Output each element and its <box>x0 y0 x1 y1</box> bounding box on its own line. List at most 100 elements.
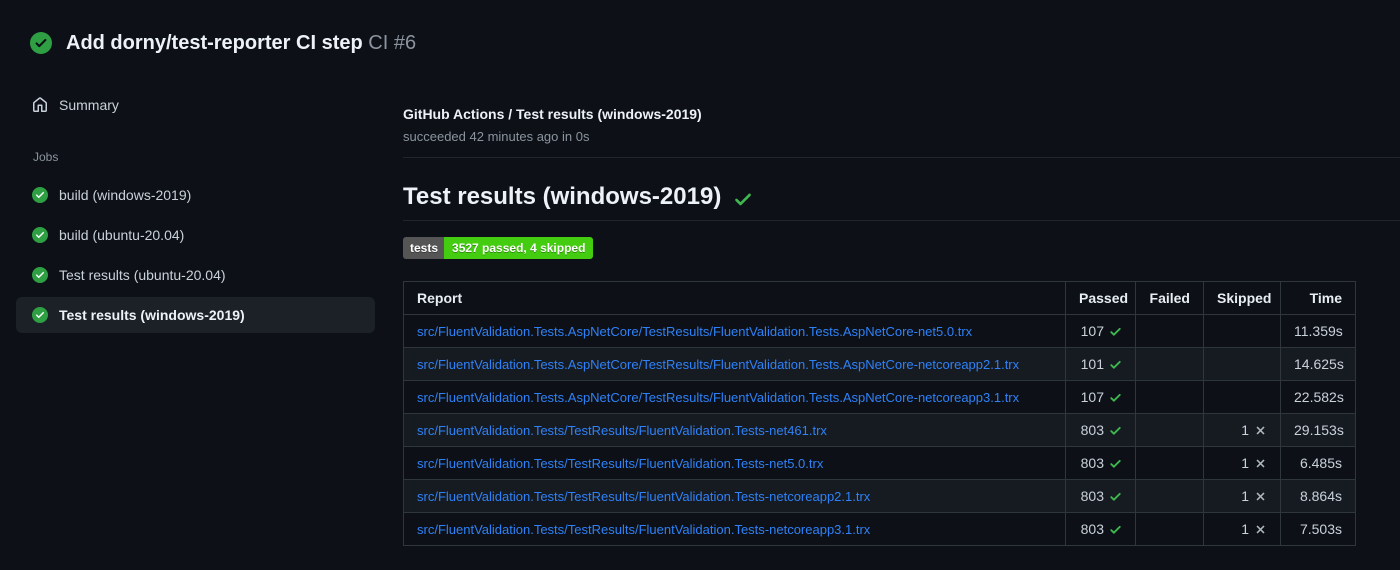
sidebar-item-job-1[interactable]: build (ubuntu-20.04) <box>16 217 375 253</box>
job-label: Test results (ubuntu-20.04) <box>59 267 226 283</box>
time-value: 8.864s <box>1280 479 1356 513</box>
time-value: 14.625s <box>1280 347 1356 381</box>
time-value: 22.582s <box>1280 380 1356 414</box>
run-title: Add dorny/test-reporter CI step CI #6 <box>66 31 416 55</box>
report-cell: src/FluentValidation.Tests/TestResults/F… <box>403 512 1066 546</box>
passed-cell: 803 <box>1065 479 1136 513</box>
page: { "header": { "title": "Add dorny/test-r… <box>0 0 1400 570</box>
passed-count: 107 <box>1080 389 1104 405</box>
check-icon <box>1109 490 1122 503</box>
table-row: src/FluentValidation.Tests.AspNetCore/Te… <box>403 347 1356 381</box>
job-label: Test results (windows-2019) <box>59 307 245 323</box>
x-icon <box>1254 523 1267 536</box>
failed-cell <box>1135 314 1204 348</box>
check-circle-icon <box>32 307 48 323</box>
table-row: src/FluentValidation.Tests/TestResults/F… <box>403 413 1356 447</box>
report-link[interactable]: src/FluentValidation.Tests.AspNetCore/Te… <box>417 357 1019 372</box>
report-cell: src/FluentValidation.Tests/TestResults/F… <box>403 413 1066 447</box>
col-header-failed: Failed <box>1135 281 1204 315</box>
run-title-text: Add dorny/test-reporter CI step <box>66 32 363 54</box>
report-link[interactable]: src/FluentValidation.Tests/TestResults/F… <box>417 423 827 438</box>
summary-label: Summary <box>59 97 119 113</box>
skipped-cell: 1 <box>1203 512 1281 546</box>
jobs-section-label: Jobs <box>33 150 59 164</box>
home-icon <box>32 97 48 113</box>
sidebar-item-job-2[interactable]: Test results (ubuntu-20.04) <box>16 257 375 293</box>
badge-label: tests <box>403 237 445 259</box>
x-icon <box>1254 490 1267 503</box>
passed-count: 803 <box>1080 488 1104 504</box>
skipped-cell <box>1203 347 1281 381</box>
report-cell: src/FluentValidation.Tests/TestResults/F… <box>403 446 1066 480</box>
check-icon <box>1109 325 1122 338</box>
skipped-cell <box>1203 380 1281 414</box>
table-row: src/FluentValidation.Tests.AspNetCore/Te… <box>403 380 1356 414</box>
passed-cell: 101 <box>1065 347 1136 381</box>
col-header-skipped: Skipped <box>1203 281 1281 315</box>
skipped-count: 1 <box>1241 422 1249 438</box>
tests-badge: tests 3527 passed, 4 skipped <box>403 237 594 259</box>
report-link[interactable]: src/FluentValidation.Tests.AspNetCore/Te… <box>417 324 972 339</box>
table-row: src/FluentValidation.Tests/TestResults/F… <box>403 512 1356 546</box>
check-circle-icon <box>30 32 52 54</box>
passed-cell: 107 <box>1065 314 1136 348</box>
passed-count: 803 <box>1080 422 1104 438</box>
results-table: Report Passed Failed Skipped Time src/Fl… <box>403 281 1356 546</box>
failed-cell <box>1135 413 1204 447</box>
run-meta: GitHub Actions / Test results (windows-2… <box>403 105 1400 158</box>
job-breadcrumb: GitHub Actions / Test results (windows-2… <box>403 106 702 122</box>
col-header-passed: Passed <box>1065 281 1136 315</box>
report-cell: src/FluentValidation.Tests.AspNetCore/Te… <box>403 347 1066 381</box>
check-icon <box>1109 457 1122 470</box>
passed-count: 107 <box>1080 323 1104 339</box>
table-header-row: Report Passed Failed Skipped Time <box>403 281 1356 315</box>
col-header-report: Report <box>403 281 1066 315</box>
jobs-list: build (windows-2019) build (ubuntu-20.04… <box>16 177 375 333</box>
main-panel: GitHub Actions / Test results (windows-2… <box>375 91 1400 546</box>
time-value: 29.153s <box>1280 413 1356 447</box>
report-link[interactable]: src/FluentValidation.Tests.AspNetCore/Te… <box>417 390 1019 405</box>
run-header: Add dorny/test-reporter CI step CI #6 <box>0 0 1400 55</box>
badge-value: 3527 passed, 4 skipped <box>444 237 594 259</box>
section-heading: Test results (windows-2019) <box>403 182 1400 221</box>
skipped-cell: 1 <box>1203 479 1281 513</box>
report-link[interactable]: src/FluentValidation.Tests/TestResults/F… <box>417 489 870 504</box>
failed-cell <box>1135 512 1204 546</box>
passed-cell: 107 <box>1065 380 1136 414</box>
skipped-count: 1 <box>1241 455 1249 471</box>
sidebar-item-summary[interactable]: Summary <box>16 91 375 119</box>
col-header-time: Time <box>1280 281 1356 315</box>
report-cell: src/FluentValidation.Tests.AspNetCore/Te… <box>403 380 1066 414</box>
x-icon <box>1254 457 1267 470</box>
sidebar: Summary Jobs build (windows-2019) build … <box>0 91 375 546</box>
run-number: CI #6 <box>368 32 417 54</box>
report-cell: src/FluentValidation.Tests/TestResults/F… <box>403 479 1066 513</box>
job-status-text: succeeded 42 minutes ago in 0s <box>403 129 590 144</box>
x-icon <box>1254 424 1267 437</box>
report-link[interactable]: src/FluentValidation.Tests/TestResults/F… <box>417 522 870 537</box>
section-heading-text: Test results (windows-2019) <box>403 183 722 210</box>
check-icon <box>1109 523 1122 536</box>
passed-count: 101 <box>1080 356 1104 372</box>
time-value: 7.503s <box>1280 512 1356 546</box>
sidebar-item-job-0[interactable]: build (windows-2019) <box>16 177 375 213</box>
passed-count: 803 <box>1080 455 1104 471</box>
report-link[interactable]: src/FluentValidation.Tests/TestResults/F… <box>417 456 823 471</box>
check-circle-icon <box>32 267 48 283</box>
sidebar-item-job-3[interactable]: Test results (windows-2019) <box>16 297 375 333</box>
skipped-cell: 1 <box>1203 446 1281 480</box>
failed-cell <box>1135 479 1204 513</box>
skipped-count: 1 <box>1241 521 1249 537</box>
skipped-cell: 1 <box>1203 413 1281 447</box>
time-value: 11.359s <box>1280 314 1356 348</box>
report-cell: src/FluentValidation.Tests.AspNetCore/Te… <box>403 314 1066 348</box>
passed-cell: 803 <box>1065 446 1136 480</box>
time-value: 6.485s <box>1280 446 1356 480</box>
failed-cell <box>1135 347 1204 381</box>
table-row: src/FluentValidation.Tests/TestResults/F… <box>403 446 1356 480</box>
check-icon <box>1109 358 1122 371</box>
skipped-count: 1 <box>1241 488 1249 504</box>
job-label: build (ubuntu-20.04) <box>59 227 185 243</box>
skipped-cell <box>1203 314 1281 348</box>
table-row: src/FluentValidation.Tests/TestResults/F… <box>403 479 1356 513</box>
